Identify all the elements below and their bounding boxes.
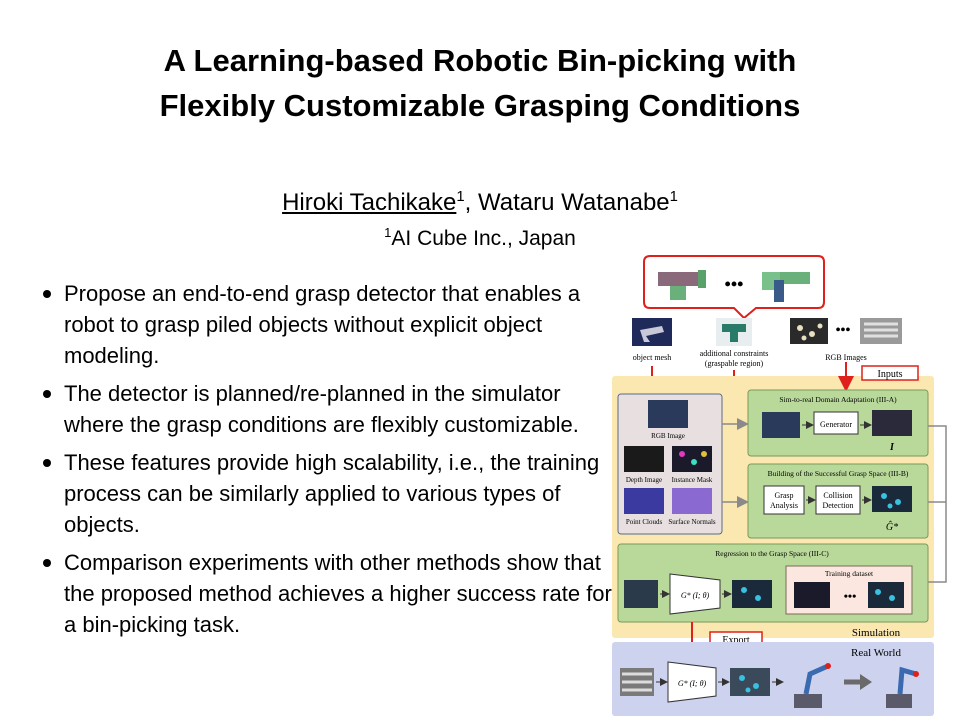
depth-image [624, 446, 664, 472]
object-mesh-label: object mesh [633, 353, 671, 362]
rgb-image-1 [790, 318, 828, 344]
graspable-region-label: (graspable region) [705, 359, 764, 368]
instance-mask-image [672, 446, 712, 472]
pipeline-diagram: ••• object mesh additional constraints (… [612, 255, 947, 716]
author-1: Hiroki Tachikake [282, 189, 457, 216]
inputs-tag-label: Inputs [878, 369, 903, 380]
bullet-text: These features provide high scalability,… [64, 450, 600, 537]
affiliation: 1AI Cube Inc., Japan [120, 226, 840, 252]
simulation-label: Simulation [852, 627, 901, 639]
generator-label: Generator [820, 420, 852, 429]
object-shape-icon [658, 272, 698, 286]
dataset-ellipsis: ••• [844, 589, 857, 603]
regression-model-label: G* (I; θ) [681, 591, 710, 600]
bullet-dot-icon [43, 290, 51, 298]
input-row: object mesh additional constraints (gras… [632, 318, 902, 368]
rgb-ellipsis: ••• [836, 323, 851, 338]
sim-rgb-label: RGB Image [651, 432, 685, 440]
authors: Hiroki Tachikake1, Wataru Watanabe1 [120, 188, 840, 218]
pipeline-figure: ••• object mesh additional constraints (… [606, 250, 956, 718]
point-clouds-image [624, 488, 664, 514]
bullet-text: Propose an end-to-end grasp detector tha… [64, 281, 581, 368]
bullet-item: Comparison experiments with other method… [40, 547, 615, 640]
module-regression-title: Regression to the Grasp Space (III-C) [715, 549, 829, 558]
bullet-dot-icon [43, 559, 51, 567]
real-world-label: Real World [851, 647, 901, 659]
module-grasp-space-title: Building of the Successful Grasp Space (… [768, 469, 909, 478]
bullet-list: Propose an end-to-end grasp detector tha… [40, 278, 615, 647]
collision-label-2: Detection [822, 501, 853, 510]
bullet-text: Comparison experiments with other method… [64, 550, 612, 637]
rgb-images-label: RGB Images [825, 353, 867, 362]
surface-normals-label: Surface Normals [668, 518, 716, 526]
bullet-item: These features provide high scalability,… [40, 447, 615, 540]
real-grasp-image [730, 668, 770, 696]
point-clouds-label: Point Clouds [626, 518, 663, 526]
author-2-sup: 1 [669, 189, 678, 205]
surface-normals-image [672, 488, 712, 514]
instance-mask-label: Instance Mask [672, 476, 713, 484]
deployed-model-label: G* (I; θ) [678, 679, 707, 688]
bullet-item: Propose an end-to-end grasp detector tha… [40, 278, 615, 371]
sim-rgb-image [648, 400, 688, 428]
g-star-symbol: Ĝ* [886, 521, 898, 533]
callout-ellipsis: ••• [725, 274, 744, 294]
bullet-text: The detector is planned/re-planned in th… [64, 381, 579, 437]
training-dataset-label: Training dataset [825, 569, 874, 578]
grasp-analysis-label-1: Grasp [774, 491, 793, 500]
author-2: Wataru Watanabe [477, 189, 670, 216]
constraints-label: additional constraints [700, 349, 769, 358]
constraints-callout: ••• [643, 255, 825, 320]
title-line-2: Flexibly Customizable Grasping Condition… [159, 88, 801, 123]
depth-label: Depth Image [626, 476, 662, 484]
author-separator: , [464, 189, 472, 216]
bullet-item: The detector is planned/re-planned in th… [40, 378, 615, 440]
author-1-sup: 1 [456, 189, 465, 205]
slide-title: A Learning-based Robotic Bin-picking wit… [40, 38, 920, 128]
region-shape-icon [670, 286, 686, 300]
affiliation-text: AI Cube Inc., Japan [391, 227, 576, 250]
title-line-1: A Learning-based Robotic Bin-picking wit… [163, 43, 797, 78]
module-sim-to-real-title: Sim-to-real Domain Adaptation (III-A) [779, 395, 897, 404]
collision-label-1: Collision [823, 491, 852, 500]
bullet-dot-icon [43, 459, 51, 467]
grasp-analysis-label-2: Analysis [770, 501, 798, 510]
bullet-dot-icon [43, 390, 51, 398]
